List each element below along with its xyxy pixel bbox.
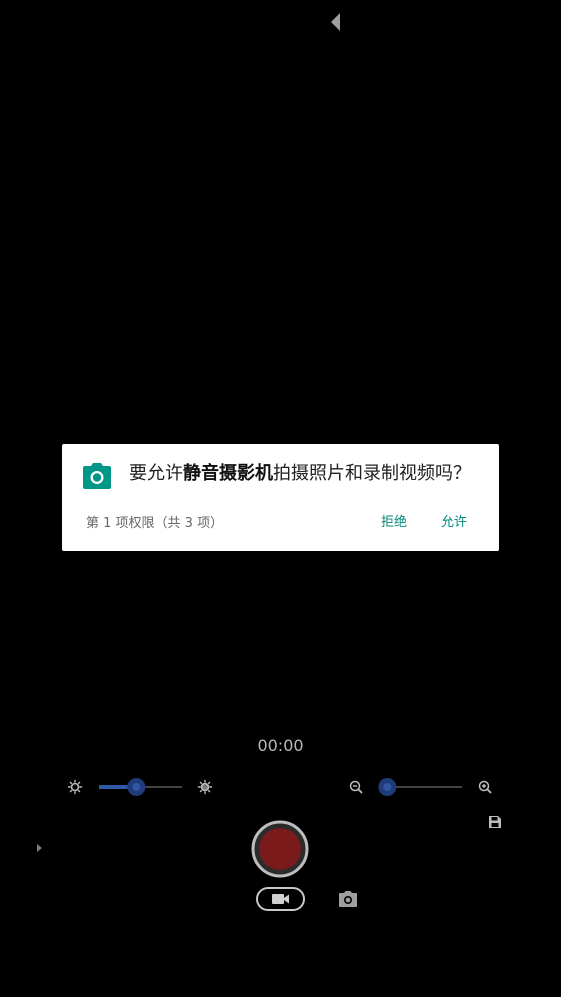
permission-question: 要允许静音摄影机拍摄照片和录制视频吗？ [129, 461, 489, 487]
question-prefix: 要允许 [129, 463, 183, 484]
record-button[interactable] [251, 820, 309, 878]
zoom-out-icon [349, 780, 363, 794]
save-icon[interactable] [487, 814, 503, 830]
app-name: 静音摄影机 [183, 463, 273, 484]
zoom-thumb-center [383, 783, 392, 791]
camera-screen: 要允许静音摄影机拍摄照片和录制视频吗？ 第 1 项权限（共 3 项） 拒绝 允许… [0, 0, 561, 997]
recording-timer: 00:00 [257, 736, 304, 755]
back-arrow-icon[interactable] [329, 12, 343, 32]
video-mode-button[interactable] [256, 887, 305, 911]
brightness-high-icon [197, 779, 213, 795]
camera-icon [83, 463, 111, 489]
permission-counter: 第 1 项权限（共 3 项） [86, 516, 224, 531]
exposure-thumb-center [132, 783, 141, 791]
zoom-in-icon [478, 780, 492, 794]
allow-button[interactable]: 允许 [439, 513, 469, 533]
question-suffix: 拍摄照片和录制视频吗？ [273, 463, 471, 484]
photo-camera-icon[interactable] [338, 890, 358, 908]
permission-dialog: 要允许静音摄影机拍摄照片和录制视频吗？ 第 1 项权限（共 3 项） 拒绝 允许 [62, 444, 499, 551]
brightness-low-icon [67, 779, 83, 795]
expand-arrow-icon[interactable] [34, 842, 44, 854]
exposure-slider[interactable] [62, 774, 222, 800]
deny-button[interactable]: 拒绝 [379, 513, 409, 533]
video-camera-icon [272, 894, 289, 904]
zoom-slider[interactable] [344, 774, 500, 800]
